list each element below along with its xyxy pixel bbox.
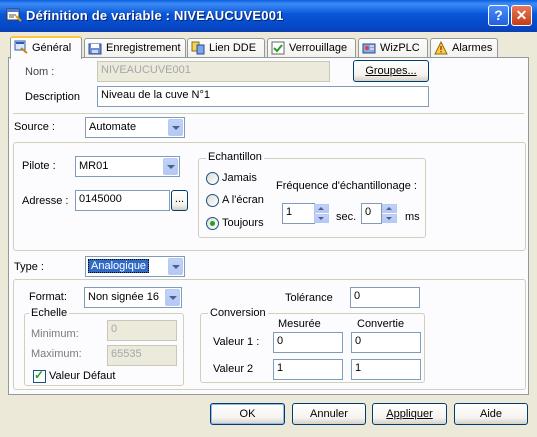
- frequence-ms-field[interactable]: 0: [361, 203, 382, 224]
- tab-label: Lien DDE: [209, 42, 257, 54]
- adresse-field[interactable]: 0145000: [75, 190, 170, 211]
- valeur1-convertie-field[interactable]: 0: [351, 332, 421, 353]
- sec-spinner[interactable]: [314, 204, 329, 223]
- maximum-field[interactable]: 65535: [107, 345, 177, 366]
- tab-lien-dde[interactable]: Lien DDE: [187, 38, 265, 57]
- mesuree-header: Mesurée: [278, 318, 321, 330]
- radio-a-l-ecran-label: A l'écran: [222, 194, 264, 206]
- tab-alarmes[interactable]: Alarmes: [430, 38, 498, 57]
- chevron-down-icon[interactable]: [168, 119, 183, 136]
- tab-label: Enregistrement: [106, 42, 181, 54]
- frequence-sec-field[interactable]: 1: [282, 203, 315, 224]
- adresse-label: Adresse :: [22, 195, 69, 207]
- radio-jamais-label: Jamais: [222, 172, 257, 184]
- tab-wizplc[interactable]: WizPLC: [358, 38, 428, 57]
- general-icon: [14, 40, 28, 54]
- ok-button[interactable]: OK: [210, 403, 285, 425]
- valeur2-convertie-field[interactable]: 1: [351, 359, 421, 380]
- checkmark-icon: ✓: [34, 368, 45, 382]
- radio-toujours-label: Toujours: [222, 217, 264, 229]
- valeur-defaut-checkbox[interactable]: ✓: [33, 368, 46, 383]
- minimum-label: Minimum:: [31, 328, 79, 340]
- separator: [13, 113, 524, 114]
- tolerance-field[interactable]: 0: [350, 287, 420, 308]
- tolerance-label: Tolérance: [285, 292, 333, 304]
- nom-field[interactable]: NIVEAUCUVE001: [97, 61, 330, 82]
- dialog-window: Définition de variable : NIVEAUCUVE001 ?…: [0, 0, 537, 437]
- tab-label: WizPLC: [380, 42, 420, 54]
- help-icon: ?: [494, 7, 503, 23]
- ms-spinner[interactable]: [382, 204, 397, 223]
- valeur1-label: Valeur 1 :: [213, 336, 260, 348]
- variable-app-icon: [6, 8, 22, 22]
- source-label: Source :: [14, 121, 55, 133]
- chevron-down-icon[interactable]: [168, 258, 183, 275]
- spin-up-icon[interactable]: [314, 204, 329, 213]
- appliquer-button-label: Appliquer: [386, 408, 433, 420]
- spin-up-icon[interactable]: [382, 204, 397, 213]
- type-select[interactable]: Analogique: [85, 256, 185, 277]
- valeur2-label: Valeur 2: [213, 363, 254, 375]
- nom-label: Nom :: [25, 66, 55, 78]
- window-title: Définition de variable : NIVEAUCUVE001: [26, 8, 284, 23]
- groupes-button-label: Groupes...: [365, 65, 417, 77]
- tab-label: Alarmes: [452, 42, 493, 54]
- conversion-title: Conversion: [208, 307, 268, 319]
- aide-button[interactable]: Aide: [454, 403, 528, 425]
- description-label: Description: [25, 91, 81, 103]
- tab-general[interactable]: Général: [10, 36, 82, 59]
- annuler-button[interactable]: Annuler: [292, 403, 366, 425]
- tab-label: Général: [32, 42, 72, 54]
- pilote-select-value: MR01: [79, 160, 109, 172]
- appliquer-button[interactable]: Appliquer: [372, 403, 447, 425]
- valeur-defaut-label: Valeur Défaut: [49, 370, 116, 382]
- type-label: Type :: [14, 261, 44, 273]
- valeur1-mesuree-field[interactable]: 0: [273, 332, 343, 353]
- frequence-label: Fréquence d'échantillonage :: [276, 180, 417, 192]
- sec-unit-label: sec.: [336, 211, 357, 223]
- source-select-value: Automate: [89, 121, 137, 133]
- alarm-icon: [434, 41, 448, 55]
- title-bar[interactable]: Définition de variable : NIVEAUCUVE001 ?…: [0, 0, 537, 32]
- description-field[interactable]: Niveau de la cuve N°1: [97, 86, 429, 107]
- help-button[interactable]: ?: [488, 5, 509, 26]
- tab-verrouillage[interactable]: Verrouillage: [267, 38, 356, 57]
- lock-icon: [271, 41, 285, 55]
- close-icon: ✕: [515, 7, 528, 23]
- wizplc-icon: [362, 43, 376, 54]
- spin-down-icon[interactable]: [382, 214, 397, 223]
- dde-link-icon: [191, 41, 205, 55]
- pilote-select[interactable]: MR01: [75, 156, 180, 177]
- ms-unit-label: ms: [405, 211, 420, 223]
- chevron-down-icon[interactable]: [165, 289, 180, 306]
- echantillon-title: Echantillon: [206, 151, 264, 163]
- record-icon: [88, 43, 102, 55]
- close-button[interactable]: ✕: [511, 5, 532, 26]
- tab-enregistrement[interactable]: Enregistrement: [84, 38, 186, 57]
- pilote-label: Pilote :: [22, 160, 56, 172]
- browse-address-button[interactable]: ...: [171, 190, 188, 211]
- format-select-value: Non signée 16: [88, 291, 159, 303]
- groupes-button[interactable]: Groupes...: [353, 60, 429, 82]
- echelle-title: Echelle: [29, 307, 70, 319]
- valeur2-mesuree-field[interactable]: 1: [273, 359, 343, 380]
- source-select[interactable]: Automate: [85, 117, 185, 138]
- radio-jamais[interactable]: [206, 172, 219, 185]
- radio-a-l-ecran[interactable]: [206, 194, 219, 207]
- tab-label: Verrouillage: [289, 42, 348, 54]
- maximum-label: Maximum:: [31, 348, 82, 360]
- chevron-down-icon[interactable]: [163, 158, 178, 175]
- format-select[interactable]: Non signée 16: [84, 287, 182, 308]
- spin-down-icon[interactable]: [314, 214, 329, 223]
- type-select-value: Analogique: [88, 259, 150, 273]
- format-label: Format:: [29, 291, 67, 303]
- radio-toujours[interactable]: [206, 217, 219, 230]
- minimum-field[interactable]: 0: [107, 320, 177, 341]
- convertie-header: Convertie: [357, 318, 405, 330]
